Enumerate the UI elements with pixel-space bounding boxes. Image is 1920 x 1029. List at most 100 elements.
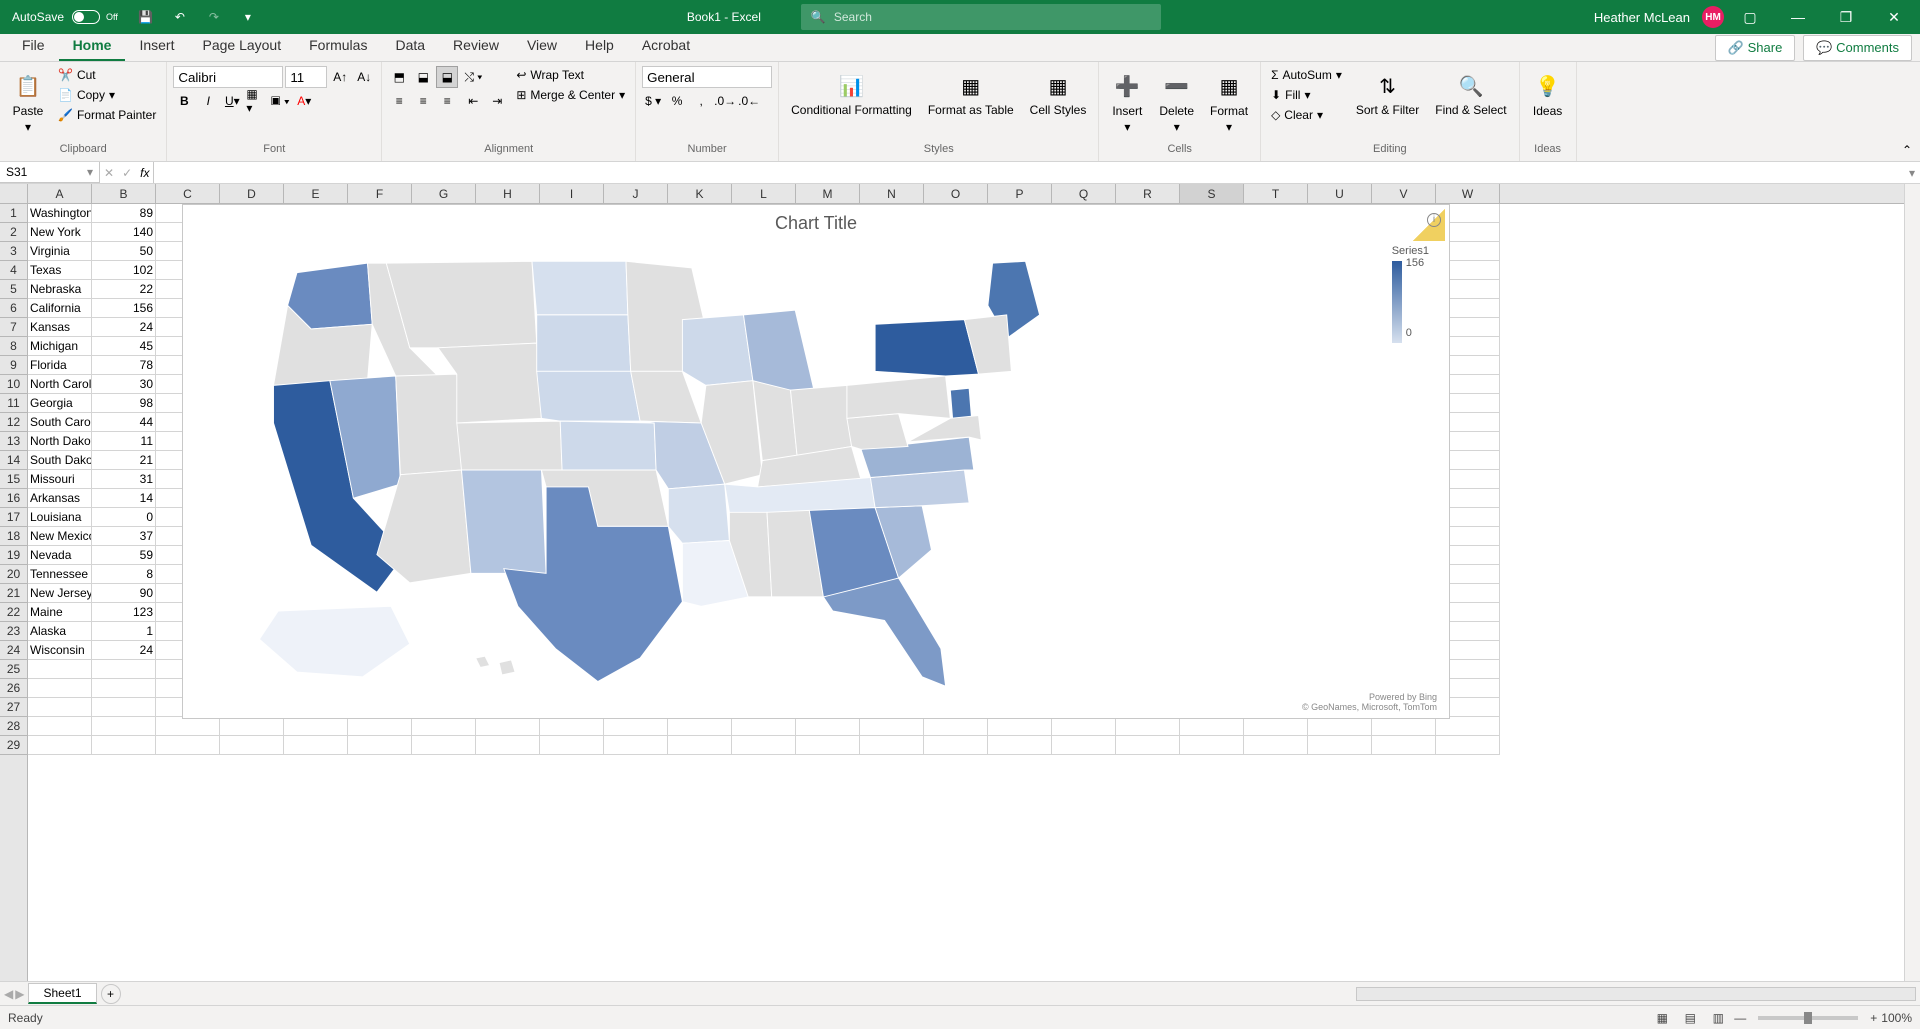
customize-qat-icon[interactable]: ▾	[234, 3, 262, 31]
cell[interactable]: Kansas	[28, 318, 92, 337]
merge-center-button[interactable]: ⊞Merge & Center ▾	[512, 86, 629, 104]
cell[interactable]	[1180, 717, 1244, 736]
cell[interactable]	[1244, 736, 1308, 755]
cell[interactable]: 59	[92, 546, 156, 565]
cell[interactable]: 156	[92, 299, 156, 318]
sort-filter-button[interactable]: ⇅Sort & Filter	[1350, 66, 1425, 121]
tab-review[interactable]: Review	[439, 31, 513, 61]
tab-view[interactable]: View	[513, 31, 571, 61]
cell[interactable]: 50	[92, 242, 156, 261]
cell[interactable]: South Carolina	[28, 413, 92, 432]
map-chart[interactable]: Chart Title i Series1 156 0	[182, 204, 1450, 719]
delete-cells-button[interactable]: ➖Delete▾	[1153, 66, 1200, 138]
col-header[interactable]: W	[1436, 184, 1500, 203]
cell[interactable]	[924, 736, 988, 755]
row-header[interactable]: 24	[0, 641, 27, 660]
row-header[interactable]: 4	[0, 261, 27, 280]
align-middle-icon[interactable]: ⬓	[412, 66, 434, 88]
col-header[interactable]: P	[988, 184, 1052, 203]
page-break-view-icon[interactable]: ▥	[1706, 1008, 1730, 1028]
cell[interactable]: 14	[92, 489, 156, 508]
row-header[interactable]: 1	[0, 204, 27, 223]
cell[interactable]	[604, 736, 668, 755]
increase-decimal-icon[interactable]: .0→	[714, 90, 736, 112]
row-header[interactable]: 25	[0, 660, 27, 679]
align-center-icon[interactable]: ≡	[412, 90, 434, 112]
row-header[interactable]: 19	[0, 546, 27, 565]
cell[interactable]	[1436, 736, 1500, 755]
cell[interactable]	[28, 679, 92, 698]
row-header[interactable]: 8	[0, 337, 27, 356]
cell[interactable]: Georgia	[28, 394, 92, 413]
col-header[interactable]: E	[284, 184, 348, 203]
cell[interactable]: Florida	[28, 356, 92, 375]
zoom-slider[interactable]	[1758, 1016, 1858, 1020]
increase-indent-icon[interactable]: ⇥	[486, 90, 508, 112]
comments-button[interactable]: 💬 Comments	[1803, 35, 1912, 61]
underline-button[interactable]: U ▾	[221, 90, 243, 112]
cell[interactable]: Texas	[28, 261, 92, 280]
ribbon-display-icon[interactable]: ▢	[1728, 0, 1772, 34]
tab-insert[interactable]: Insert	[125, 31, 188, 61]
cell[interactable]	[28, 717, 92, 736]
format-table-button[interactable]: ▦Format as Table	[922, 66, 1020, 121]
cell[interactable]	[1116, 736, 1180, 755]
cell[interactable]: 22	[92, 280, 156, 299]
cell[interactable]: 1	[92, 622, 156, 641]
cell[interactable]	[1308, 736, 1372, 755]
cell[interactable]	[220, 736, 284, 755]
tab-help[interactable]: Help	[571, 31, 628, 61]
cell[interactable]	[412, 736, 476, 755]
cell[interactable]: 30	[92, 375, 156, 394]
row-header[interactable]: 10	[0, 375, 27, 394]
italic-button[interactable]: I	[197, 90, 219, 112]
row-header[interactable]: 14	[0, 451, 27, 470]
format-painter-button[interactable]: 🖌️Format Painter	[54, 106, 160, 124]
cell[interactable]: 11	[92, 432, 156, 451]
number-format-select[interactable]	[642, 66, 772, 88]
cell[interactable]	[156, 717, 220, 736]
cell[interactable]	[28, 660, 92, 679]
col-header[interactable]: R	[1116, 184, 1180, 203]
cell[interactable]: Washington	[28, 204, 92, 223]
share-button[interactable]: 🔗 Share	[1715, 35, 1796, 61]
wrap-text-button[interactable]: ↩Wrap Text	[512, 66, 629, 84]
cancel-formula-icon[interactable]: ✕	[104, 166, 114, 180]
cell[interactable]	[924, 717, 988, 736]
col-header[interactable]: H	[476, 184, 540, 203]
cell[interactable]	[92, 679, 156, 698]
paste-button[interactable]: 📋Paste▾	[6, 66, 50, 138]
cell[interactable]: North Dakota	[28, 432, 92, 451]
align-left-icon[interactable]: ≡	[388, 90, 410, 112]
cell[interactable]: Louisiana	[28, 508, 92, 527]
zoom-out-icon[interactable]: —	[1734, 1011, 1746, 1025]
decrease-decimal-icon[interactable]: .0←	[738, 90, 760, 112]
cell[interactable]	[1052, 717, 1116, 736]
cell[interactable]	[476, 736, 540, 755]
expand-formula-icon[interactable]: ▾	[1904, 162, 1920, 183]
cell[interactable]	[220, 717, 284, 736]
cell[interactable]: 123	[92, 603, 156, 622]
cell[interactable]	[796, 736, 860, 755]
avatar[interactable]: HM	[1702, 6, 1724, 28]
row-header[interactable]: 2	[0, 223, 27, 242]
row-header[interactable]: 28	[0, 717, 27, 736]
col-header[interactable]: D	[220, 184, 284, 203]
cell[interactable]	[988, 717, 1052, 736]
cell[interactable]: South Dakota	[28, 451, 92, 470]
save-icon[interactable]: 💾	[132, 3, 160, 31]
cell[interactable]: North Carolina	[28, 375, 92, 394]
tab-acrobat[interactable]: Acrobat	[628, 31, 704, 61]
col-header[interactable]: S	[1180, 184, 1244, 203]
cell[interactable]: 98	[92, 394, 156, 413]
row-header[interactable]: 7	[0, 318, 27, 337]
font-size-select[interactable]	[285, 66, 327, 88]
cell[interactable]	[92, 717, 156, 736]
cell[interactable]: 0	[92, 508, 156, 527]
find-select-button[interactable]: 🔍Find & Select	[1429, 66, 1512, 121]
col-header[interactable]: I	[540, 184, 604, 203]
tab-file[interactable]: File	[8, 31, 59, 61]
increase-font-icon[interactable]: A↑	[329, 66, 351, 88]
row-header[interactable]: 11	[0, 394, 27, 413]
row-header[interactable]: 23	[0, 622, 27, 641]
